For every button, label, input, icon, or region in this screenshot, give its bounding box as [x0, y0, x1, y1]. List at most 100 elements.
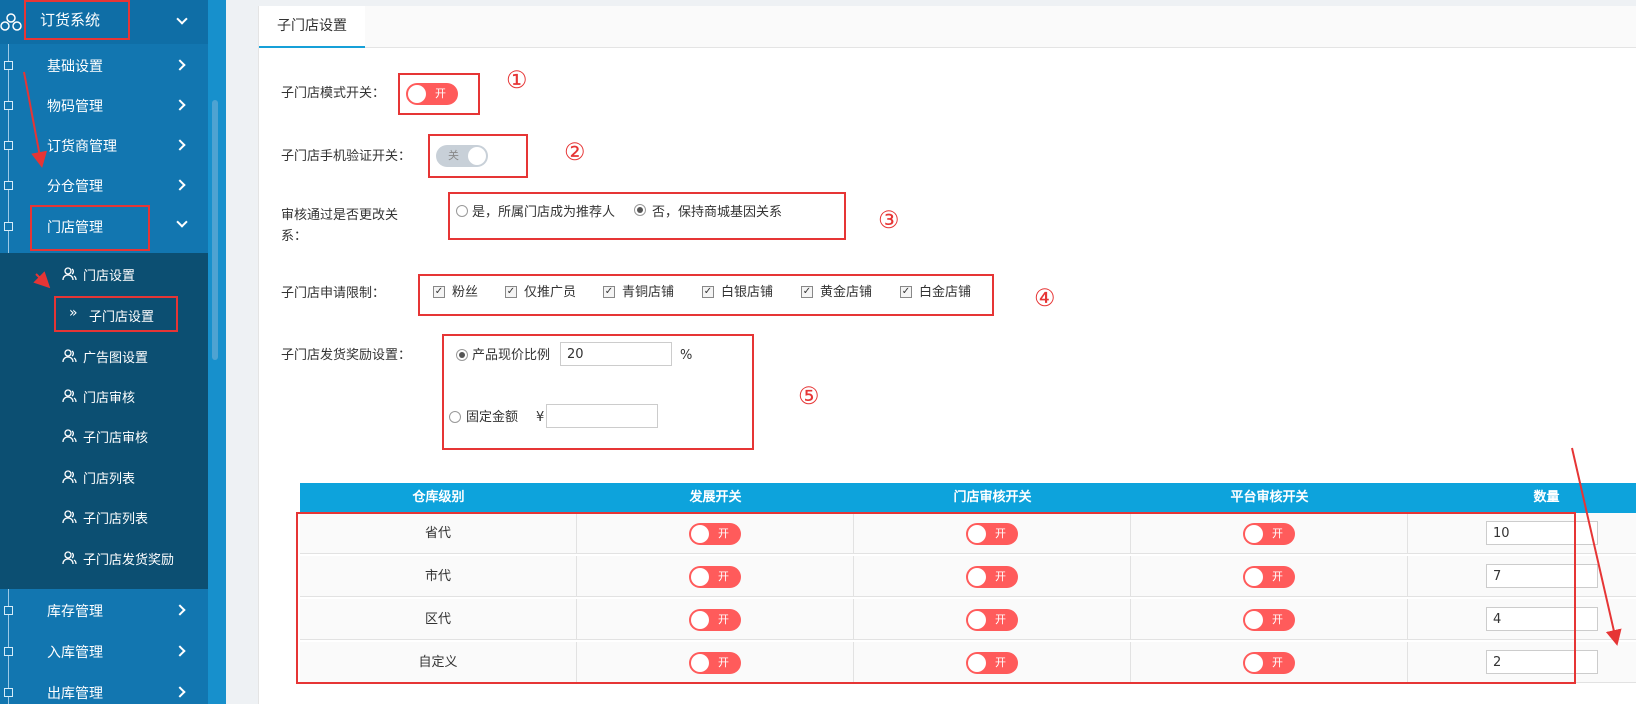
- review-yes-radio[interactable]: [456, 205, 468, 217]
- header-store-review-switch: 门店审核开关: [953, 490, 1032, 505]
- cell-level: 省代: [300, 513, 577, 554]
- chevron-right-icon: [174, 179, 186, 191]
- reward-fixed-radio[interactable]: [449, 411, 461, 423]
- chevron-down-icon: [176, 13, 188, 25]
- switch-knob: [408, 85, 426, 103]
- apply-limit-label: 子门店申请限制：: [281, 286, 386, 301]
- sidebar-item-code-management[interactable]: 物码管理: [0, 84, 208, 126]
- sidebar-subitem-label: 子门店列表: [83, 512, 149, 527]
- quantity-input[interactable]: [1486, 564, 1598, 588]
- cell-level: 区代: [300, 599, 577, 640]
- user-icon: [62, 267, 77, 281]
- sidebar-item-inventory-management[interactable]: 库存管理: [0, 589, 208, 631]
- sidebar-subitem-sub-store-settings[interactable]: » 子门店设置: [0, 294, 208, 336]
- mode-switch-label: 子门店模式开关：: [281, 86, 386, 101]
- tab-sub-store-settings[interactable]: 子门店设置: [259, 6, 365, 48]
- cell-platform-switch: 开: [1131, 513, 1408, 554]
- dev-switch-toggle[interactable]: 开: [689, 609, 741, 631]
- sidebar-scrollbar[interactable]: [212, 100, 218, 360]
- cell-platform-switch: 开: [1131, 556, 1408, 597]
- sidebar-subitem-label: 门店列表: [83, 472, 136, 487]
- platform-review-switch-toggle[interactable]: 开: [1243, 523, 1295, 545]
- sidebar-item-label: 门店管理: [47, 220, 103, 236]
- header-quantity: 数量: [1533, 490, 1560, 505]
- sidebar-item-label: 物码管理: [47, 99, 103, 115]
- sidebar-item-label: 库存管理: [47, 604, 103, 620]
- store-review-switch-toggle[interactable]: 开: [966, 609, 1018, 631]
- user-icon: [62, 510, 77, 524]
- cell-platform-switch: 开: [1131, 599, 1408, 640]
- tree-node-icon: [4, 606, 13, 615]
- cell-dev-switch: 开: [577, 556, 854, 597]
- limit-option-label: 仅推广员: [524, 285, 577, 300]
- table-header: 仓库级别 发展开关 门店审核开关 平台审核开关 数量: [300, 483, 1636, 513]
- sidebar-item-outbound-management[interactable]: 出库管理: [0, 671, 208, 704]
- tree-node-icon: [4, 101, 13, 110]
- cell-store-switch: 开: [854, 642, 1131, 683]
- platform-review-switch-toggle[interactable]: 开: [1243, 609, 1295, 631]
- phone-verify-switch-toggle[interactable]: 关: [436, 145, 488, 167]
- sidebar: 订货系统 基础设置 物码管理 订货商管理 分仓管理 门店管理 门店设置 » 子门…: [0, 0, 208, 704]
- tree-node-icon: [4, 61, 13, 70]
- dev-switch-toggle[interactable]: 开: [689, 523, 741, 545]
- header-level: 仓库级别: [412, 490, 465, 505]
- table-row: 自定义 开 开 开: [300, 642, 1636, 683]
- sidebar-subitem-store-review[interactable]: 门店审核: [0, 375, 208, 417]
- reward-fixed-input[interactable]: [546, 404, 658, 428]
- limit-checkbox-promoter[interactable]: ✓: [505, 286, 517, 298]
- quantity-input[interactable]: [1486, 607, 1598, 631]
- sidebar-item-store-management[interactable]: 门店管理: [0, 205, 208, 247]
- reward-ratio-label: 产品现价比例: [472, 348, 551, 363]
- sidebar-item-warehouse-management[interactable]: 分仓管理: [0, 164, 208, 206]
- review-no-radio[interactable]: [634, 204, 646, 216]
- quantity-input[interactable]: [1486, 521, 1598, 545]
- limit-checkbox-bronze[interactable]: ✓: [603, 286, 615, 298]
- chevron-right-icon: [174, 99, 186, 111]
- reward-ratio-input[interactable]: [560, 342, 672, 366]
- limit-option-label: 粉丝: [452, 285, 479, 300]
- sidebar-item-basic-settings[interactable]: 基础设置: [0, 44, 208, 86]
- sidebar-subitem-store-settings[interactable]: 门店设置: [0, 253, 208, 295]
- sidebar-subitem-label: 门店审核: [83, 391, 136, 406]
- limit-checkbox-platinum[interactable]: ✓: [900, 286, 912, 298]
- sidebar-subitem-sub-store-review[interactable]: 子门店审核: [0, 415, 208, 457]
- switch-state-text: 开: [435, 87, 446, 100]
- limit-checkbox-gold[interactable]: ✓: [801, 286, 813, 298]
- cell-level: 市代: [300, 556, 577, 597]
- sidebar-subitem-sub-store-shipping-reward[interactable]: 子门店发货奖励: [0, 537, 208, 579]
- sidebar-item-label: 入库管理: [47, 645, 103, 661]
- sidebar-item-inbound-management[interactable]: 入库管理: [0, 630, 208, 672]
- sidebar-subitem-sub-store-list[interactable]: 子门店列表: [0, 496, 208, 538]
- store-review-switch-toggle[interactable]: 开: [966, 523, 1018, 545]
- sidebar-subitem-store-list[interactable]: 门店列表: [0, 456, 208, 498]
- table-row: 市代 开 开 开: [300, 556, 1636, 597]
- sidebar-subitem-label: 子门店发货奖励: [83, 553, 175, 568]
- annotation-number-1: ①: [506, 66, 528, 94]
- annotation-number-3: ③: [878, 206, 900, 234]
- limit-checkbox-fans[interactable]: ✓: [433, 286, 445, 298]
- store-review-switch-toggle[interactable]: 开: [966, 566, 1018, 588]
- sidebar-item-dealer-management[interactable]: 订货商管理: [0, 124, 208, 166]
- quantity-input[interactable]: [1486, 650, 1598, 674]
- limit-checkbox-silver[interactable]: ✓: [702, 286, 714, 298]
- reward-fixed-currency: ¥: [536, 410, 545, 425]
- tab-bar: 子门店设置: [259, 6, 1636, 48]
- annotation-number-4: ④: [1034, 284, 1056, 312]
- cell-store-switch: 开: [854, 513, 1131, 554]
- limit-option-label: 白银店铺: [721, 285, 774, 300]
- platform-review-switch-toggle[interactable]: 开: [1243, 652, 1295, 674]
- sidebar-subitem-banner-settings[interactable]: 广告图设置: [0, 335, 208, 377]
- dev-switch-toggle[interactable]: 开: [689, 652, 741, 674]
- store-review-switch-toggle[interactable]: 开: [966, 652, 1018, 674]
- tree-node-icon: [4, 222, 13, 231]
- double-chevron-right-icon: »: [69, 305, 78, 321]
- user-icon: [62, 470, 77, 484]
- table-row: 区代 开 开 开: [300, 599, 1636, 640]
- sidebar-item-label: 出库管理: [47, 686, 103, 702]
- mode-switch-toggle[interactable]: 开: [406, 83, 458, 105]
- sidebar-item-ordering-system[interactable]: 订货系统: [0, 0, 208, 44]
- platform-review-switch-toggle[interactable]: 开: [1243, 566, 1295, 588]
- cell-store-switch: 开: [854, 599, 1131, 640]
- dev-switch-toggle[interactable]: 开: [689, 566, 741, 588]
- reward-ratio-radio[interactable]: [456, 349, 468, 361]
